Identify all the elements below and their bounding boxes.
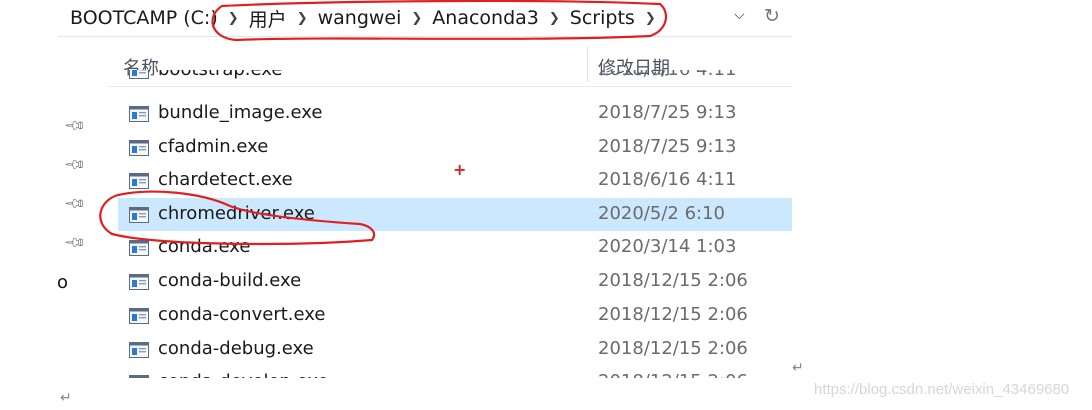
- file-name: chromedriver.exe: [158, 203, 315, 224]
- file-modified-date: 2020/5/2 6:10: [598, 203, 725, 224]
- chevron-right-icon[interactable]: ❯: [637, 11, 664, 26]
- file-modified-date: 2018/12/15 2:06: [598, 304, 748, 325]
- breadcrumb-users[interactable]: 用户: [247, 5, 289, 32]
- breadcrumb-wangwei[interactable]: wangwei: [316, 7, 404, 29]
- exe-file-icon: [129, 106, 149, 122]
- watermark: https://blog.csdn.net/weixin_43469680: [814, 381, 1070, 398]
- address-bar[interactable]: BOOTCAMP (C:) ❯ 用户 ❯ wangwei ❯ Anaconda3…: [58, 0, 792, 37]
- chevron-right-icon[interactable]: ❯: [220, 11, 247, 26]
- paragraph-mark: ↵: [60, 390, 72, 406]
- file-row[interactable]: conda-convert.exe 2018/12/15 2:06: [118, 299, 792, 332]
- exe-file-icon: [129, 173, 149, 189]
- breadcrumb: BOOTCAMP (C:) ❯ 用户 ❯ wangwei ❯ Anaconda3…: [68, 5, 664, 31]
- file-name: chardetect.exe: [158, 169, 293, 190]
- chevron-down-icon[interactable]: ⌵: [734, 7, 745, 23]
- file-name: conda-develop.exe: [158, 371, 329, 378]
- paragraph-mark: ↵: [792, 360, 804, 376]
- file-row[interactable]: chromedriver.exe 2020/5/2 6:10: [118, 198, 792, 231]
- file-modified-date: 2018/12/15 2:06: [598, 270, 748, 291]
- file-name: conda-build.exe: [158, 270, 302, 291]
- exe-file-icon: [129, 308, 149, 324]
- file-name: conda-convert.exe: [158, 304, 326, 325]
- file-name: bundle_image.exe: [158, 102, 323, 123]
- file-modified-date: 2018/12/15 2:06: [598, 338, 748, 359]
- file-row[interactable]: bootstrap.exe 2018/6/16 4:11: [118, 70, 792, 87]
- annotation-plus-mark: +: [453, 160, 467, 179]
- chevron-right-icon[interactable]: ❯: [541, 11, 568, 26]
- file-name: bootstrap.exe: [158, 70, 282, 80]
- chevron-right-icon[interactable]: ❯: [289, 11, 316, 26]
- sidebar-stray-text: o: [57, 272, 69, 293]
- file-modified-date: 2018/6/16 4:11: [598, 70, 736, 80]
- exe-file-icon: [129, 140, 149, 156]
- file-name: conda-debug.exe: [158, 338, 314, 359]
- file-modified-date: 2018/7/25 9:13: [598, 102, 737, 123]
- file-name: conda.exe: [158, 236, 251, 257]
- file-modified-date: 2018/12/15 2:06: [598, 371, 748, 378]
- file-name: cfadmin.exe: [158, 136, 269, 157]
- breadcrumb-anaconda3[interactable]: Anaconda3: [430, 7, 541, 29]
- file-row[interactable]: conda-build.exe 2018/12/15 2:06: [118, 265, 792, 298]
- file-row[interactable]: conda-debug.exe 2018/12/15 2:06: [118, 333, 792, 366]
- exe-file-icon: [129, 207, 149, 223]
- exe-file-icon: [129, 375, 149, 378]
- chevron-right-icon[interactable]: ❯: [403, 11, 430, 26]
- exe-file-icon: [129, 240, 149, 256]
- file-row[interactable]: conda-develop.exe 2018/12/15 2:06: [118, 366, 792, 378]
- file-modified-date: 2018/7/25 9:13: [598, 136, 737, 157]
- breadcrumb-drive[interactable]: BOOTCAMP (C:): [68, 7, 220, 29]
- exe-file-icon: [129, 342, 149, 358]
- file-modified-date: 2020/3/14 1:03: [598, 236, 737, 257]
- refresh-icon[interactable]: ↻: [764, 5, 780, 27]
- file-row[interactable]: conda.exe 2020/3/14 1:03: [118, 231, 792, 264]
- file-row[interactable]: bundle_image.exe 2018/7/25 9:13: [118, 97, 792, 130]
- file-list: bootstrap.exe 2018/6/16 4:11 bundle_image.…: [58, 70, 792, 378]
- file-modified-date: 2018/6/16 4:11: [598, 169, 737, 190]
- breadcrumb-scripts[interactable]: Scripts: [568, 7, 637, 29]
- exe-file-icon: [129, 70, 149, 79]
- exe-file-icon: [129, 274, 149, 290]
